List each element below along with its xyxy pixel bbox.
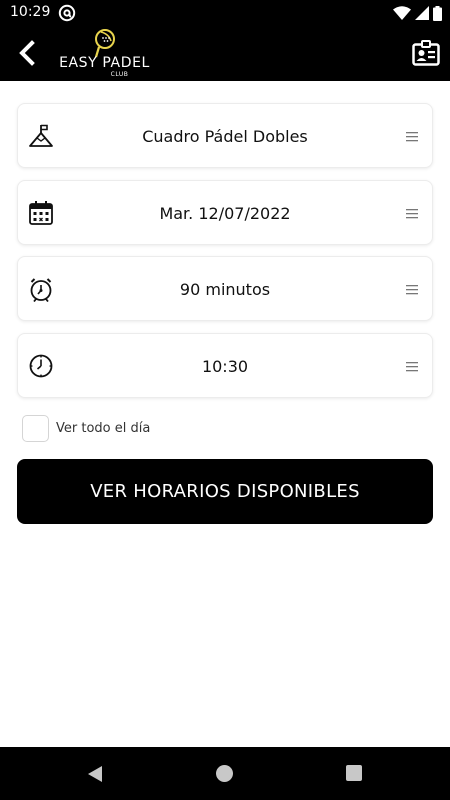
reorder-icon (406, 209, 418, 219)
status-time: 10:29 (10, 4, 51, 20)
system-nav-bar (0, 747, 450, 800)
cellular-signal-icon (415, 6, 429, 20)
brand-subtitle: CLUB (110, 71, 129, 78)
full-day-checkbox[interactable] (22, 414, 49, 442)
app-bar: EASY PADEL CLUB (0, 26, 450, 81)
brand-name: EASY PADEL (59, 55, 150, 71)
reorder-icon (406, 362, 418, 372)
battery-icon (433, 5, 442, 21)
stopwatch-icon (30, 278, 52, 302)
duration-selector[interactable]: 90 minutos (17, 256, 433, 321)
modality-value: Cuadro Pádel Dobles (142, 127, 308, 146)
time-value: 10:30 (201, 357, 249, 376)
modality-selector[interactable]: Cuadro Pádel Dobles (17, 103, 433, 168)
chevron-left-icon[interactable] (14, 38, 42, 68)
date-selector[interactable]: Mar. 12/07/2022 (17, 180, 433, 245)
brand-logo: EASY PADEL CLUB (57, 28, 152, 80)
id-card-icon[interactable] (412, 40, 440, 66)
duration-value: 90 minutos (179, 280, 271, 299)
flag-peak-icon (29, 124, 53, 147)
status-bar: 10:29 (0, 0, 450, 26)
full-day-label[interactable]: Ver todo el día (56, 421, 150, 436)
nav-recents-icon[interactable] (346, 765, 362, 781)
reorder-icon (406, 285, 418, 295)
clock-icon (29, 354, 53, 378)
calendar-icon (29, 201, 53, 225)
status-icons (393, 5, 442, 21)
screen: 10:29 EASY PADEL CLUB Cuadro Pádel Doble… (0, 0, 450, 800)
padel-racket-logo-icon (94, 29, 115, 58)
at-sign-icon (58, 4, 76, 22)
time-selector[interactable]: 10:30 (17, 333, 433, 398)
reorder-icon (406, 132, 418, 142)
full-day-option: Ver todo el día (22, 414, 150, 442)
nav-back-icon[interactable] (86, 765, 104, 783)
date-value: Mar. 12/07/2022 (159, 204, 291, 223)
show-available-times-button[interactable]: VER HORARIOS DISPONIBLES (17, 459, 433, 524)
nav-home-icon[interactable] (216, 765, 233, 782)
wifi-icon (393, 6, 411, 20)
